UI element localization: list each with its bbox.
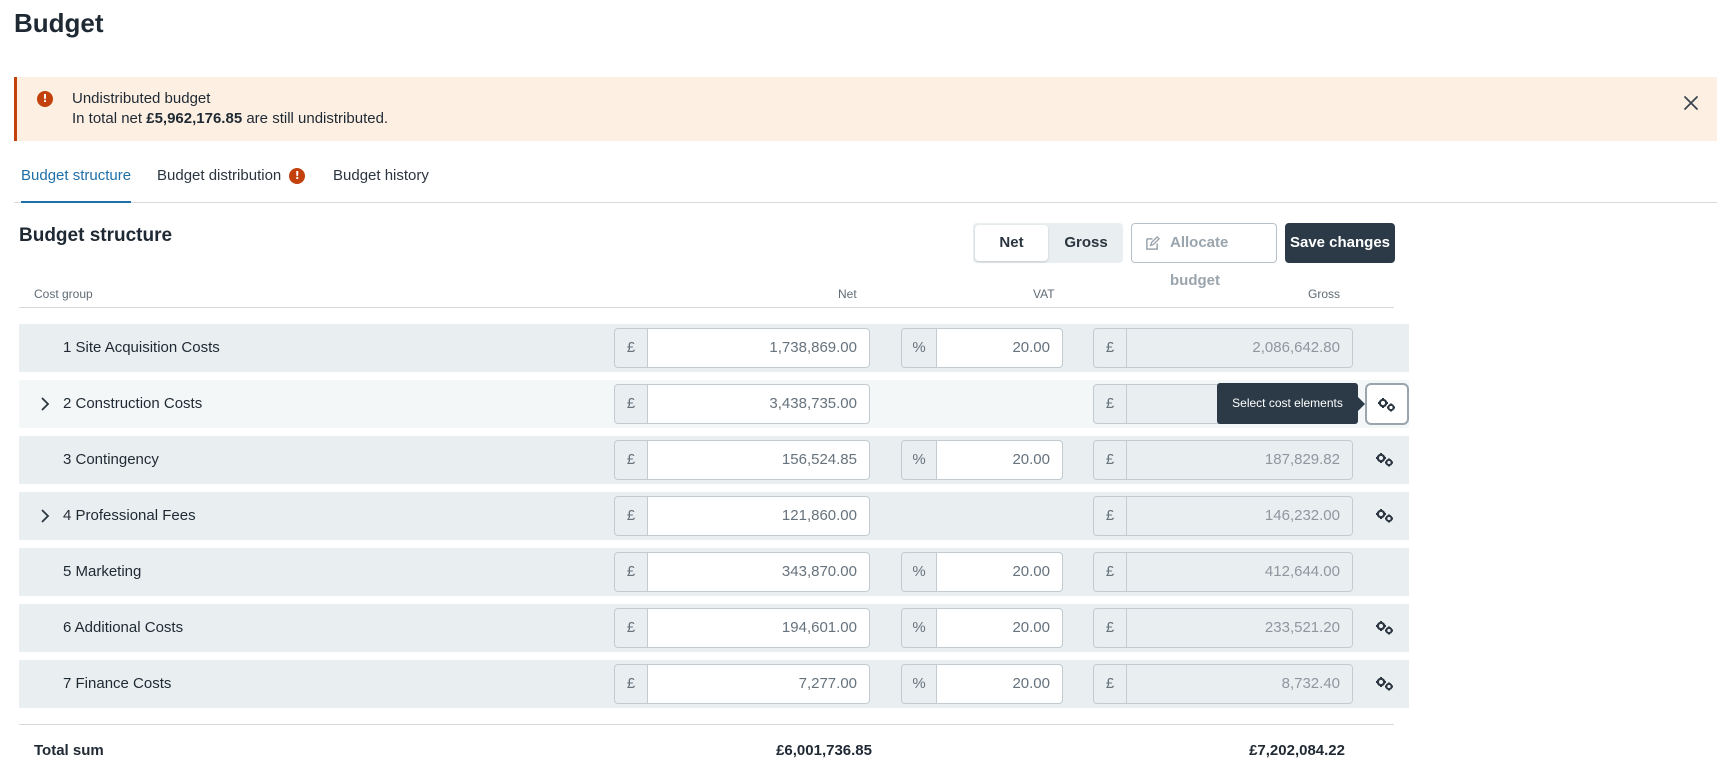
currency-addon: £: [1093, 440, 1127, 480]
net-input[interactable]: 156,524.85: [648, 440, 870, 480]
undistributed-alert: ! Undistributed budget In total net £5,9…: [14, 77, 1717, 141]
total-divider: [19, 724, 1394, 725]
currency-addon: £: [614, 608, 648, 648]
percent-addon: %: [901, 664, 937, 704]
percent-addon: %: [901, 608, 937, 648]
currency-addon: £: [1093, 384, 1127, 424]
gross-readonly-field: 8,732.40: [1127, 664, 1353, 704]
net-input[interactable]: 1,738,869.00: [648, 328, 870, 368]
info-icon: !: [37, 91, 53, 107]
table-row: 2 Construction Costs £ 3,438,735.00 £: [19, 380, 1409, 428]
header-vat: VAT: [1033, 287, 1055, 301]
gears-icon[interactable]: [1375, 452, 1395, 468]
gross-readonly-field: 412,644.00: [1127, 552, 1353, 592]
tab-bar: Budget structure Budget distribution! Bu…: [14, 155, 1717, 203]
currency-addon: £: [1093, 664, 1127, 704]
table-row: 5 Marketing £ 343,870.00 % 20.00 £ 412,6…: [19, 548, 1409, 596]
tab-label: Budget distribution: [157, 167, 282, 184]
edit-icon: [1146, 236, 1160, 250]
vat-input[interactable]: 20.00: [937, 608, 1063, 648]
gross-readonly-field: 233,521.20: [1127, 608, 1353, 648]
vat-input[interactable]: 20.00: [937, 552, 1063, 592]
cost-group-label: 4 Professional Fees: [63, 507, 196, 524]
allocate-label: Allocate budget: [1170, 234, 1229, 289]
alert-text-suffix: are still undistributed.: [246, 110, 389, 127]
alert-text-prefix: In total net: [72, 110, 143, 127]
percent-addon: %: [901, 440, 937, 480]
chevron-right-icon[interactable]: [37, 396, 53, 412]
gears-icon[interactable]: [1375, 620, 1395, 636]
cost-group-label: 2 Construction Costs: [63, 395, 203, 412]
tab-budget-structure[interactable]: Budget structure: [21, 167, 132, 203]
header-divider: [19, 307, 1394, 308]
header-gross: Gross: [1308, 287, 1341, 301]
section-title: Budget structure: [19, 225, 173, 246]
alert-title: Undistributed budget: [72, 90, 211, 107]
tooltip: Select cost elements: [1217, 383, 1365, 424]
currency-addon: £: [614, 440, 648, 480]
vat-input[interactable]: 20.00: [937, 440, 1063, 480]
header-cost-group: Cost group: [34, 287, 93, 301]
tab-budget-distribution[interactable]: Budget distribution!: [157, 167, 306, 203]
currency-addon: £: [614, 328, 648, 368]
total-gross-value: £7,202,084.22: [1249, 742, 1345, 759]
gears-icon: [1378, 398, 1395, 412]
net-input[interactable]: 121,860.00: [648, 496, 870, 536]
tab-budget-history[interactable]: Budget history: [333, 167, 429, 203]
cost-group-label: 7 Finance Costs: [63, 675, 172, 692]
table-row: 1 Site Acquisition Costs £ 1,738,869.00 …: [19, 324, 1409, 372]
net-input[interactable]: 343,870.00: [648, 552, 870, 592]
percent-addon: %: [901, 552, 937, 592]
gears-icon[interactable]: [1375, 508, 1395, 524]
currency-addon: £: [614, 384, 648, 424]
gross-readonly-field: 2,086,642.80: [1127, 328, 1353, 368]
tab-label: Budget structure: [21, 167, 132, 184]
net-input[interactable]: 194,601.00: [648, 608, 870, 648]
header-net: Net: [838, 287, 857, 301]
table-row: 3 Contingency £ 156,524.85 % 20.00 £ 187…: [19, 436, 1409, 484]
page-title: Budget: [14, 8, 104, 38]
currency-addon: £: [1093, 328, 1127, 368]
vat-input[interactable]: 20.00: [937, 328, 1063, 368]
alert-text: In total net £5,962,176.85 are still und…: [72, 110, 388, 127]
table-row: 6 Additional Costs £ 194,601.00 % 20.00 …: [19, 604, 1409, 652]
cost-group-label: 3 Contingency: [63, 451, 159, 468]
net-input[interactable]: 3,438,735.00: [648, 384, 870, 424]
chevron-right-icon[interactable]: [37, 508, 53, 524]
tab-label: Budget history: [333, 167, 429, 184]
gross-readonly-field: 146,232.00: [1127, 496, 1353, 536]
percent-addon: %: [901, 328, 937, 368]
close-icon[interactable]: [1681, 93, 1701, 113]
gears-icon[interactable]: [1375, 676, 1395, 692]
select-cost-elements-button[interactable]: [1365, 383, 1409, 425]
net-gross-toggle: Net Gross: [973, 223, 1123, 263]
gross-readonly-field: 187,829.82: [1127, 440, 1353, 480]
table-row: 7 Finance Costs £ 7,277.00 % 20.00 £ 8,7…: [19, 660, 1409, 708]
gross-toggle-button[interactable]: Gross: [1051, 225, 1121, 261]
info-icon: !: [289, 168, 306, 184]
currency-addon: £: [614, 496, 648, 536]
allocate-budget-button[interactable]: Allocate budget: [1131, 223, 1277, 289]
save-changes-button[interactable]: Save changes: [1285, 223, 1395, 263]
net-input[interactable]: 7,277.00: [648, 664, 870, 704]
cost-group-label: 6 Additional Costs: [63, 619, 184, 636]
cost-group-label: 1 Site Acquisition Costs: [63, 339, 220, 356]
currency-addon: £: [1093, 496, 1127, 536]
table-row: 4 Professional Fees £ 121,860.00 £ 146,2…: [19, 492, 1409, 540]
net-toggle-button[interactable]: Net: [975, 225, 1048, 261]
total-net-value: £6,001,736.85: [776, 742, 872, 759]
total-sum-label: Total sum: [34, 742, 104, 759]
vat-input[interactable]: 20.00: [937, 664, 1063, 704]
cost-group-label: 5 Marketing: [63, 563, 142, 580]
currency-addon: £: [1093, 608, 1127, 648]
currency-addon: £: [1093, 552, 1127, 592]
currency-addon: £: [614, 552, 648, 592]
alert-amount: £5,962,176.85: [146, 110, 243, 127]
currency-addon: £: [614, 664, 648, 704]
